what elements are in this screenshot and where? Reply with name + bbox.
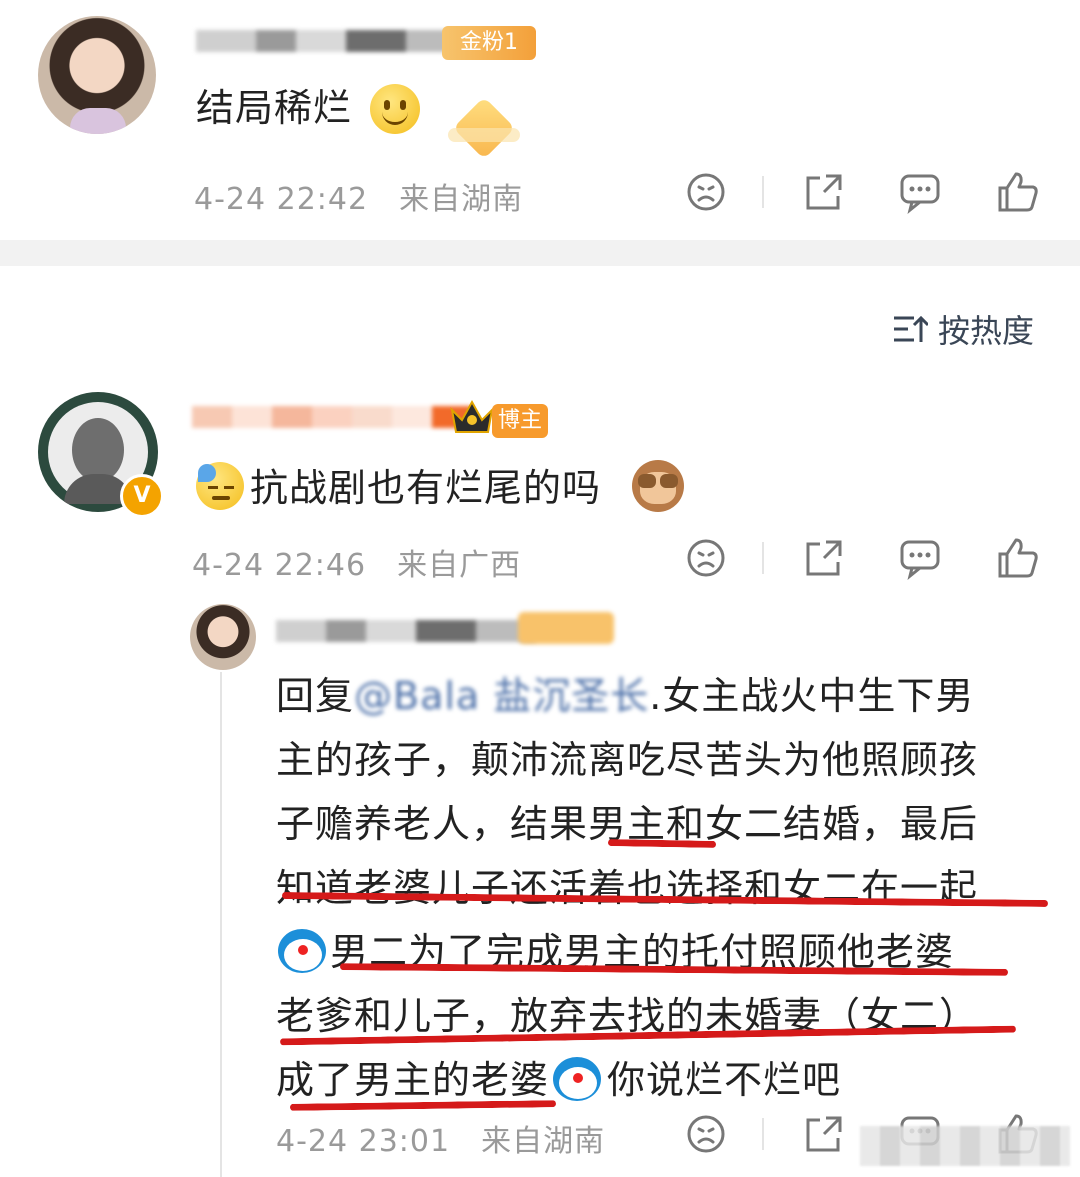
sweat-emoji-icon (196, 462, 244, 510)
reply-line-text: 你说烂不烂吧 (607, 1058, 842, 1102)
watermark-mosaic (860, 1126, 1070, 1166)
sort-icon (894, 315, 928, 342)
thread-line (220, 672, 222, 1177)
comment-location: 来自广西 (397, 548, 522, 583)
action-divider (762, 1118, 764, 1150)
share-icon[interactable] (802, 170, 846, 214)
dislike-icon[interactable] (684, 1112, 728, 1156)
reply-location: 来自湖南 (481, 1124, 606, 1159)
like-icon[interactable] (996, 536, 1040, 580)
crown-icon (448, 398, 496, 438)
reply-text: 回复@Bala 盐沉圣长.女主战火中生下男 主的孩子，颠沛流离吃尽苦头为他照顾孩… (276, 664, 1056, 1112)
comment-location: 来自湖南 (399, 182, 524, 217)
dislike-icon[interactable] (684, 536, 728, 580)
author-badge-label: 博主 (497, 408, 542, 433)
action-divider (762, 176, 764, 208)
comment-time: 4-24 22:42 (194, 182, 369, 217)
comment-meta: 4-24 22:46 来自广西 (192, 540, 521, 584)
share-icon[interactable] (802, 536, 846, 580)
action-divider (762, 542, 764, 574)
username-masked[interactable] (276, 612, 536, 650)
fan-badge[interactable]: 金粉1 (442, 26, 536, 60)
share-icon[interactable] (802, 1112, 846, 1156)
comment-time: 4-24 22:46 (192, 548, 367, 583)
reply-line: 主的孩子，颠沛流离吃尽苦头为他照顾孩 (276, 738, 979, 782)
author-badge: 博主 (492, 404, 548, 438)
avatar[interactable] (38, 16, 156, 134)
username-masked[interactable] (192, 398, 472, 436)
avatar[interactable] (190, 604, 256, 670)
comment-text: 结局稀烂 (196, 76, 352, 140)
username-masked[interactable] (196, 22, 476, 60)
section-divider (0, 240, 1080, 266)
verified-icon: V (120, 474, 164, 518)
reply-line-text: .女主战火中生下男 (649, 674, 975, 718)
reply-prefix: 回复 (276, 674, 355, 718)
doraemon-emoji-icon (276, 927, 330, 977)
comment-icon[interactable] (898, 536, 942, 580)
reply-time: 4-24 23:01 (276, 1124, 451, 1159)
sort-label: 按热度 (938, 312, 1035, 350)
comment-meta: 4-24 22:42 来自湖南 (194, 174, 523, 218)
dislike-icon[interactable] (684, 170, 728, 214)
mention-link[interactable]: @Bala 盐沉圣长 (354, 674, 649, 718)
reply-line: 知道老婆儿子还活着也选择和女二在一起 (276, 866, 979, 910)
sort-by-hot-button[interactable]: 按热度 (892, 306, 1034, 352)
doraemon-emoji-icon (549, 1055, 607, 1105)
comment-content: 抗战剧也有烂尾的吗 (250, 466, 602, 510)
comment-icon[interactable] (898, 170, 942, 214)
fan-badge-masked (518, 612, 614, 644)
see-no-evil-monkey-icon (632, 460, 684, 512)
fan-badge-label: 金粉1 (460, 30, 518, 55)
comment-text: 抗战剧也有烂尾的吗 (250, 456, 601, 520)
smile-emoji-icon (370, 84, 420, 134)
medal-decoration-icon (448, 96, 520, 160)
reply-meta: 4-24 23:01 来自湖南 (276, 1116, 605, 1160)
reply-line: 回复@Bala 盐沉圣长.女主战火中生下男 (276, 664, 1056, 728)
like-icon[interactable] (996, 170, 1040, 214)
comment-content: 结局稀烂 (196, 86, 353, 130)
